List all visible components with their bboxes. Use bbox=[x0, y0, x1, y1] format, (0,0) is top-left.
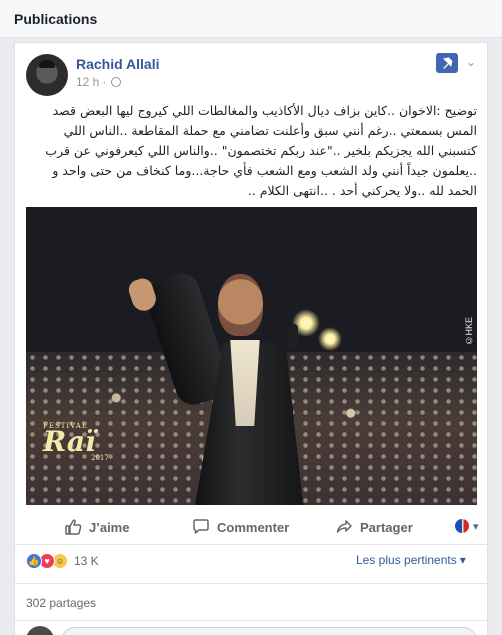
current-user-avatar bbox=[26, 626, 54, 635]
thumbs-up-icon bbox=[65, 519, 82, 535]
comment-label: Commenter bbox=[217, 519, 290, 535]
public-audience-icon bbox=[111, 77, 122, 87]
post-message: توضيح :الاخوان ..كاين بزاف ديال الأكاذيب… bbox=[45, 103, 477, 198]
pin-icon bbox=[443, 57, 453, 69]
author-avatar[interactable] bbox=[26, 54, 68, 96]
facebook-post: Rachid Allali 12 h · ⌄ توضيح :الاخوان ..… bbox=[14, 42, 489, 635]
photo-watermark: ©HKE bbox=[464, 317, 474, 346]
reaction-summary[interactable]: 👍 ♥ ☺ 13 K bbox=[26, 553, 99, 569]
reaction-selector[interactable]: ▾ bbox=[455, 519, 479, 533]
author-name[interactable]: Rachid Allali bbox=[76, 56, 160, 72]
chevron-down-icon: ▾ bbox=[473, 520, 479, 533]
comment-input[interactable] bbox=[61, 627, 477, 635]
stage-light-icon bbox=[318, 327, 342, 351]
reaction-count: 13 K bbox=[74, 554, 99, 568]
comment-sort-label: Les plus pertinents bbox=[356, 553, 457, 567]
page-flag-icon bbox=[455, 519, 469, 533]
like-button[interactable]: J’aime bbox=[64, 511, 129, 543]
share-count[interactable]: 302 partages bbox=[26, 596, 96, 610]
like-reaction-icon: 👍 bbox=[26, 553, 42, 569]
comment-bubble-icon bbox=[193, 519, 209, 534]
share-button[interactable]: Partager bbox=[335, 511, 413, 543]
pin-button[interactable] bbox=[436, 53, 458, 73]
comments-divider bbox=[15, 620, 489, 621]
publications-header: Publications bbox=[0, 0, 502, 38]
action-divider bbox=[15, 544, 489, 545]
microphone-icon bbox=[289, 324, 298, 350]
meta-separator: · bbox=[102, 75, 107, 89]
thumbs-up-hand bbox=[126, 275, 159, 314]
section-title: Publications bbox=[14, 11, 98, 27]
share-arrow-icon bbox=[336, 520, 352, 533]
singer bbox=[126, 266, 311, 505]
comment-sort-dropdown[interactable]: Les plus pertinents ▾ bbox=[356, 553, 466, 567]
post-time[interactable]: 12 h bbox=[76, 75, 99, 89]
festival-year: 2017 bbox=[91, 454, 109, 462]
like-label: J’aime bbox=[89, 519, 130, 535]
festival-logo: FESTIVAL Raï 2017 bbox=[43, 422, 109, 462]
post-meta: 12 h · bbox=[76, 75, 122, 89]
sort-chevron-down-icon: ▾ bbox=[459, 553, 466, 567]
comment-button[interactable]: Commenter bbox=[192, 511, 289, 543]
stats-divider bbox=[15, 583, 489, 584]
share-label: Partager bbox=[360, 519, 413, 535]
post-actions: J’aime Commenter Partager ▾ bbox=[26, 511, 479, 543]
rai-word: Raï bbox=[43, 425, 96, 458]
post-menu-chevron-icon[interactable]: ⌄ bbox=[466, 55, 476, 69]
concert-photo[interactable]: FESTIVAL Raï 2017 ©HKE bbox=[26, 207, 477, 505]
singer-head bbox=[218, 274, 263, 336]
